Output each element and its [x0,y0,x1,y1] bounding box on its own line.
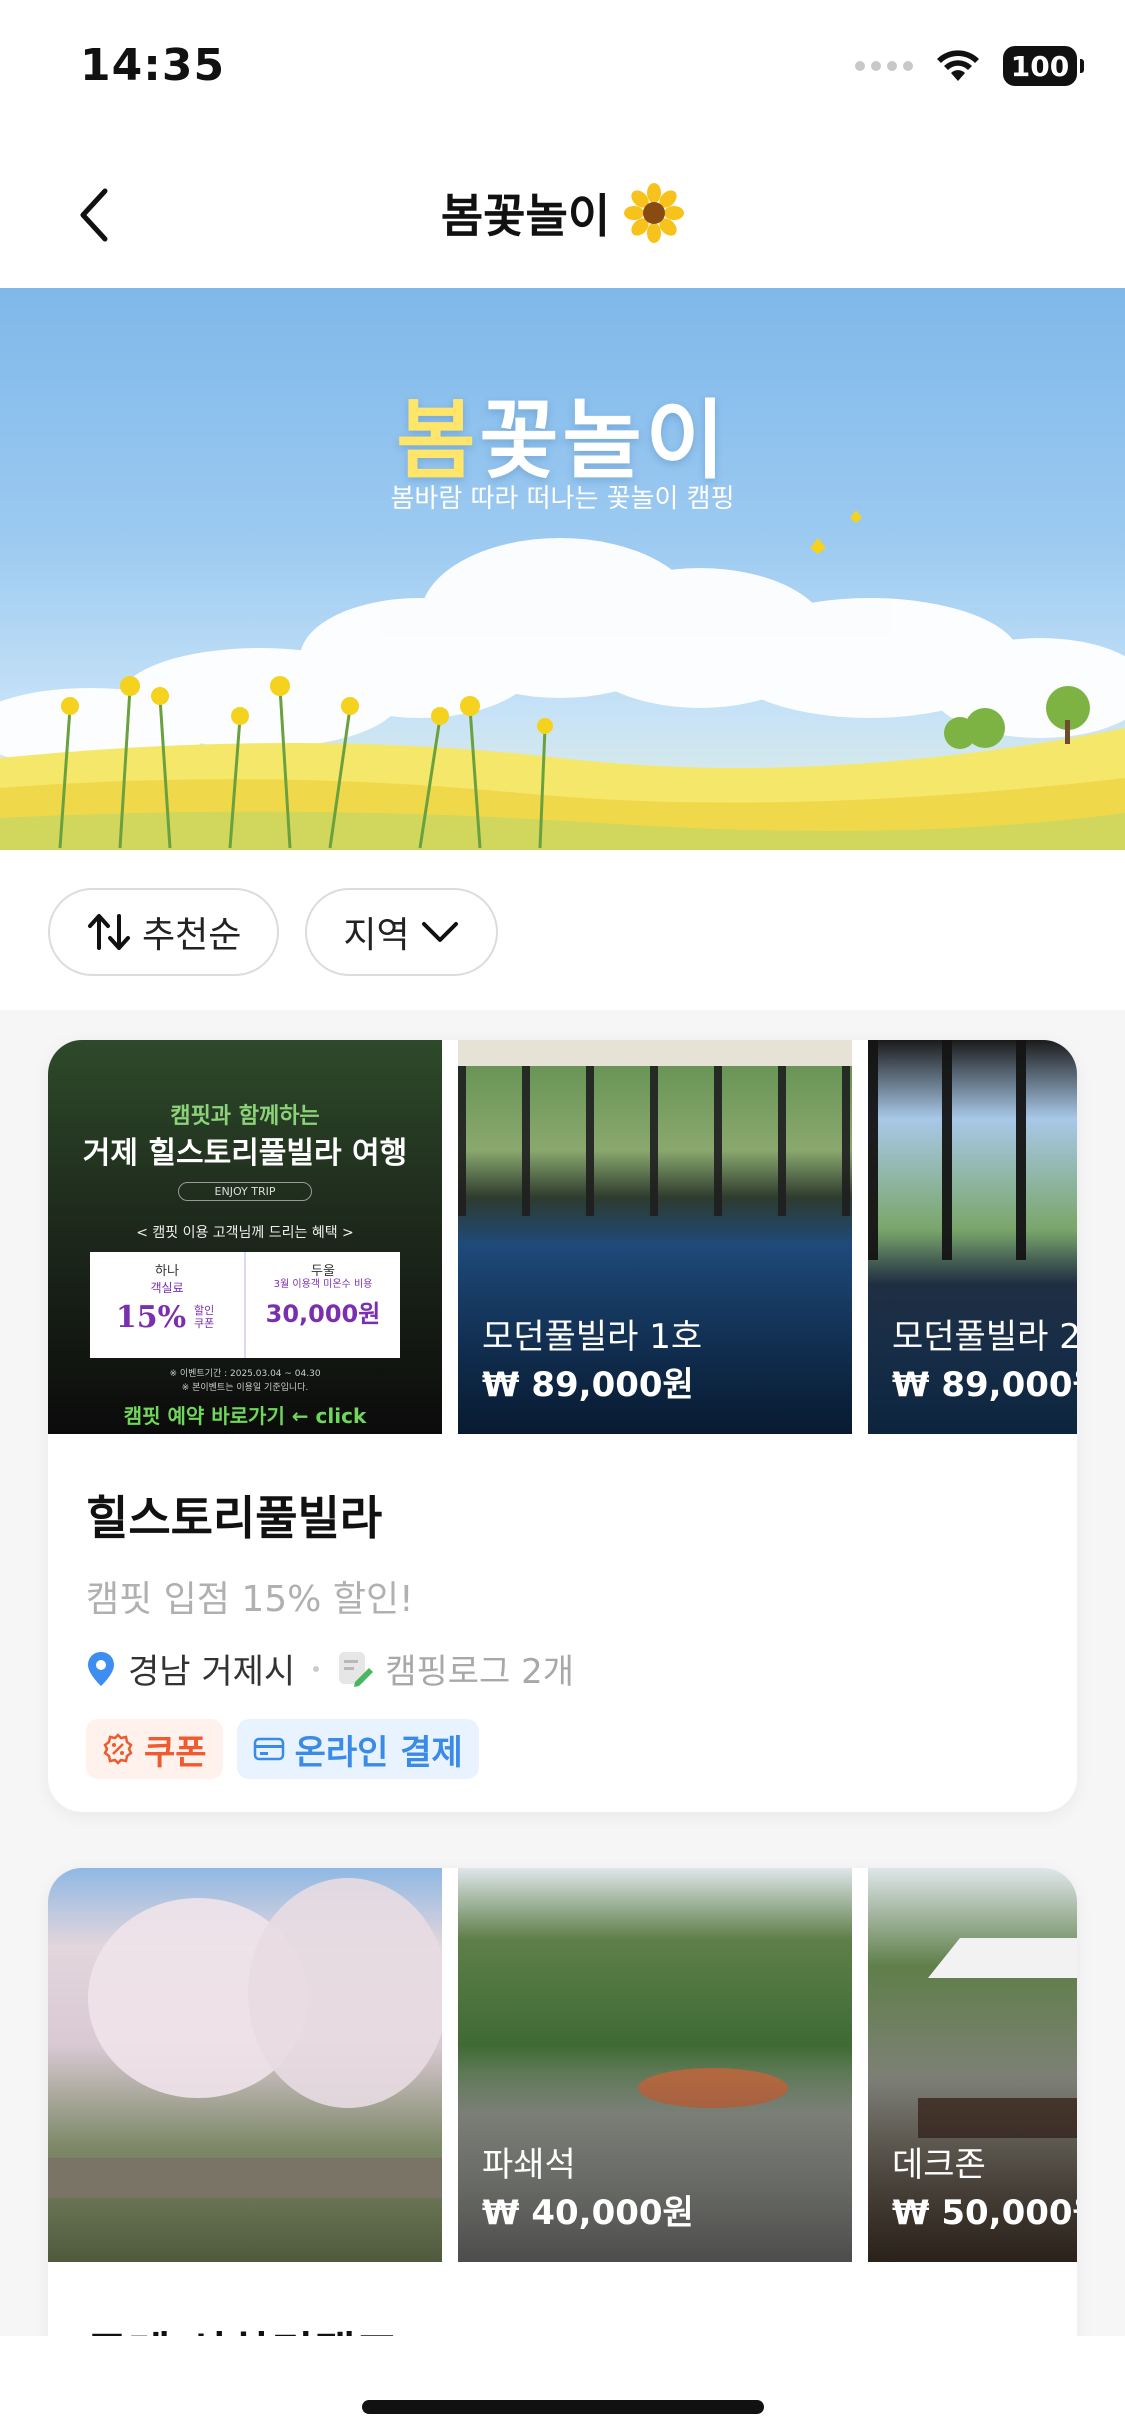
coupon-badge-label: 쿠폰 [144,1732,207,1773]
site-thumbnail[interactable]: 파쇄석 ₩ 40,000원 [458,1868,852,2262]
sort-chip[interactable]: 추천순 [48,888,280,976]
site-price: ₩ 50,000원 [892,2193,1077,2233]
benefit-1-unit: 할인 쿠폰 [194,1304,215,1330]
site-name: 모던풀빌라 2호 [892,1317,1077,1357]
coupon-badge: 쿠폰 [86,1719,223,1779]
status-time: 14:35 [80,40,226,91]
campsite-name: 힐스토리풀빌라 [86,1491,383,1545]
promo-headline: 거제 힐스토리풀빌라 여행 [82,1136,408,1171]
benefit-2-desc: 3월 이용객 미온수 비용 [273,1279,373,1290]
sort-label: 추천순 [142,915,242,956]
status-icons: 100 [855,46,1084,86]
banner-subtitle: 봄바람 따라 떠나는 꽃놀이 캠핑 [390,484,735,514]
banner-title: 봄꽃놀이 [0,370,1125,495]
location-pin-icon [88,1651,114,1686]
benefit-2-value: 30,000원 [265,1300,381,1328]
page-title-text: 봄꽃놀이 [440,189,611,243]
site-thumbnail[interactable] [48,1868,442,2262]
banner-title-highlight: 봄 [396,391,480,491]
sunflower-icon [624,183,685,243]
site-thumbnail[interactable]: 데크존 ₩ 50,000원 [868,1868,1077,2262]
wifi-icon [937,50,979,81]
site-name: 데크존 [892,2145,986,2185]
campsite-meta: 경남 거제시 캠핑로그 2개 [86,1644,1039,1693]
nav-bar: 봄꽃놀이 [0,140,1125,288]
camping-log-icon [339,1651,374,1687]
filter-row: 추천순 지역 [48,888,498,976]
promo-kicker: 캠핏과 함께하는 [170,1104,320,1129]
badge-row: 쿠폰 온라인 결제 [86,1719,1039,1779]
promo-benefit-title: < 캠핏 이용 고객님께 드리는 혜택 > [136,1225,354,1241]
benefit-1-value: 15% [115,1300,187,1335]
site-price: ₩ 40,000원 [482,2193,694,2233]
campsite-card[interactable]: 파쇄석 ₩ 40,000원 데크존 ₩ 50,000원 구례 산하리캠프 [48,1868,1077,2388]
event-banner: 봄꽃놀이 봄바람 따라 떠나는 꽃놀이 캠핑 [0,288,1125,850]
online-pay-badge-label: 온라인 결제 [294,1732,463,1773]
site-name: 모던풀빌라 1호 [482,1317,703,1357]
site-thumbnail[interactable]: 모던풀빌라 1호 ₩ 89,000원 [458,1040,852,1434]
promo-benefit-box: 하나 객실료 15% 할인 쿠폰 두울 3월 이용객 미온수 비용 30,000… [90,1252,400,1358]
online-pay-badge: 온라인 결제 [236,1719,479,1779]
card-payment-icon [253,1737,284,1761]
region-label: 지역 [343,915,410,956]
promo-note-2: ※ 본이벤트는 이용일 기준입니다. [181,1383,309,1393]
chevron-down-icon [421,922,458,942]
site-thumbnail[interactable]: 모던풀빌라 2호 ₩ 89,000원 [868,1040,1077,1434]
site-price: ₩ 89,000원 [482,1365,694,1405]
home-indicator-area [0,2336,1125,2436]
battery-icon: 100 [1003,46,1084,86]
site-price: ₩ 89,000원 [892,1365,1077,1405]
campsite-region: 경남 거제시 [128,1652,296,1692]
promo-cta[interactable]: 캠핏 예약 바로가기 ← click [48,1400,442,1429]
campsite-card[interactable]: 캠핏과 함께하는 거제 힐스토리풀빌라 여행 ENJOY TRIP < 캠핏 이… [48,1040,1077,1812]
campsite-description: 캠핏 입점 15% 할인! [86,1579,414,1620]
coupon-icon [103,1733,133,1765]
camping-log-count: 캠핑로그 2개 [385,1652,575,1692]
banner-title-rest: 꽃놀이 [479,391,729,491]
status-bar: 14:35 100 [0,0,1125,140]
home-indicator[interactable] [362,2400,764,2414]
benefit-2-label: 두울 [311,1264,335,1279]
site-name: 파쇄석 [482,2145,576,2185]
benefit-1-desc: 객실료 [150,1281,184,1295]
cellular-signal-icon [855,61,913,71]
promo-tag: ENJOY TRIP [178,1182,312,1201]
benefit-1-label: 하나 [155,1264,179,1279]
thumbnail-carousel[interactable]: 파쇄석 ₩ 40,000원 데크존 ₩ 50,000원 [48,1868,1077,2262]
card-body: 힐스토리풀빌라 캠핏 입점 15% 할인! 경남 거제시 캠핑로그 2개 쿠폰 … [48,1434,1077,1779]
sort-arrows-icon [88,914,130,950]
page-title: 봄꽃놀이 [0,180,1125,246]
promo-note-1: ※ 이벤트기간 : 2025.03.04 ~ 04.30 [169,1369,321,1379]
region-chip[interactable]: 지역 [305,888,498,976]
promo-thumbnail[interactable]: 캠핏과 함께하는 거제 힐스토리풀빌라 여행 ENJOY TRIP < 캠핏 이… [48,1040,442,1434]
thumbnail-carousel[interactable]: 캠핏과 함께하는 거제 힐스토리풀빌라 여행 ENJOY TRIP < 캠핏 이… [48,1040,1077,1434]
